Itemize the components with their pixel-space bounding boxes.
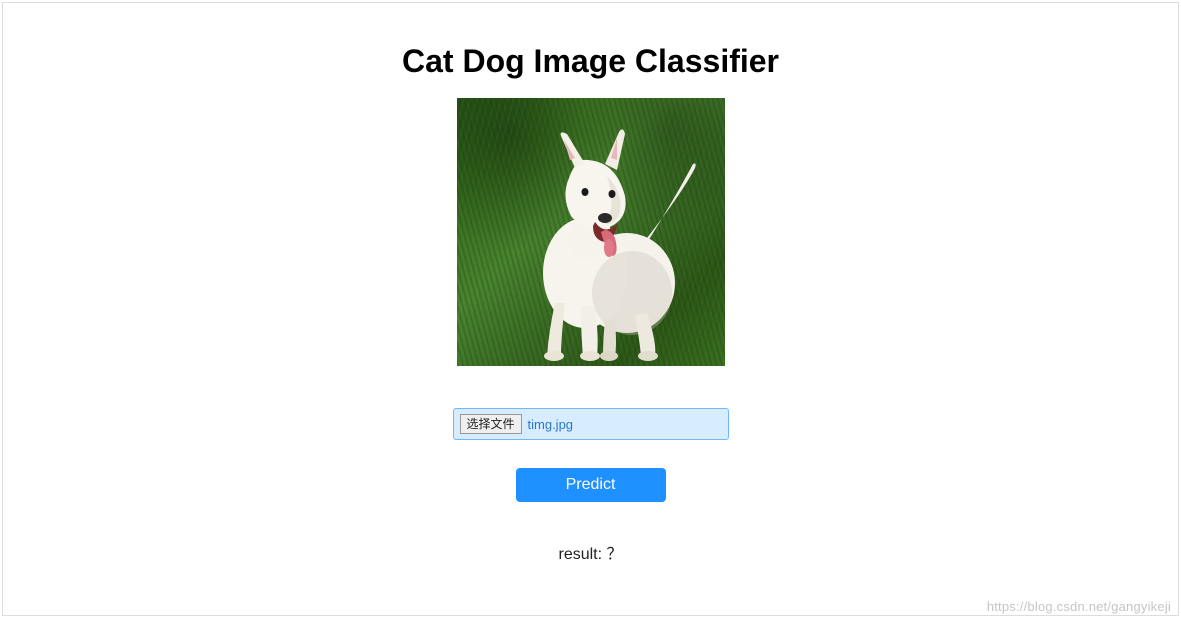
choose-file-button[interactable]: 选择文件 — [460, 414, 522, 434]
predict-button[interactable]: Predict — [516, 468, 666, 502]
watermark: https://blog.csdn.net/gangyikeji — [987, 599, 1171, 614]
app-container: Cat Dog Image Classifier — [2, 2, 1179, 616]
image-preview — [457, 98, 725, 366]
dog-illustration — [457, 98, 725, 366]
selected-file-name: timg.jpg — [528, 417, 574, 432]
result-value: ？ — [607, 546, 623, 563]
result-text: result: ？ — [558, 540, 622, 564]
page-title: Cat Dog Image Classifier — [402, 43, 779, 80]
file-input[interactable]: 选择文件 timg.jpg — [453, 408, 729, 440]
result-label: result: — [558, 546, 606, 563]
